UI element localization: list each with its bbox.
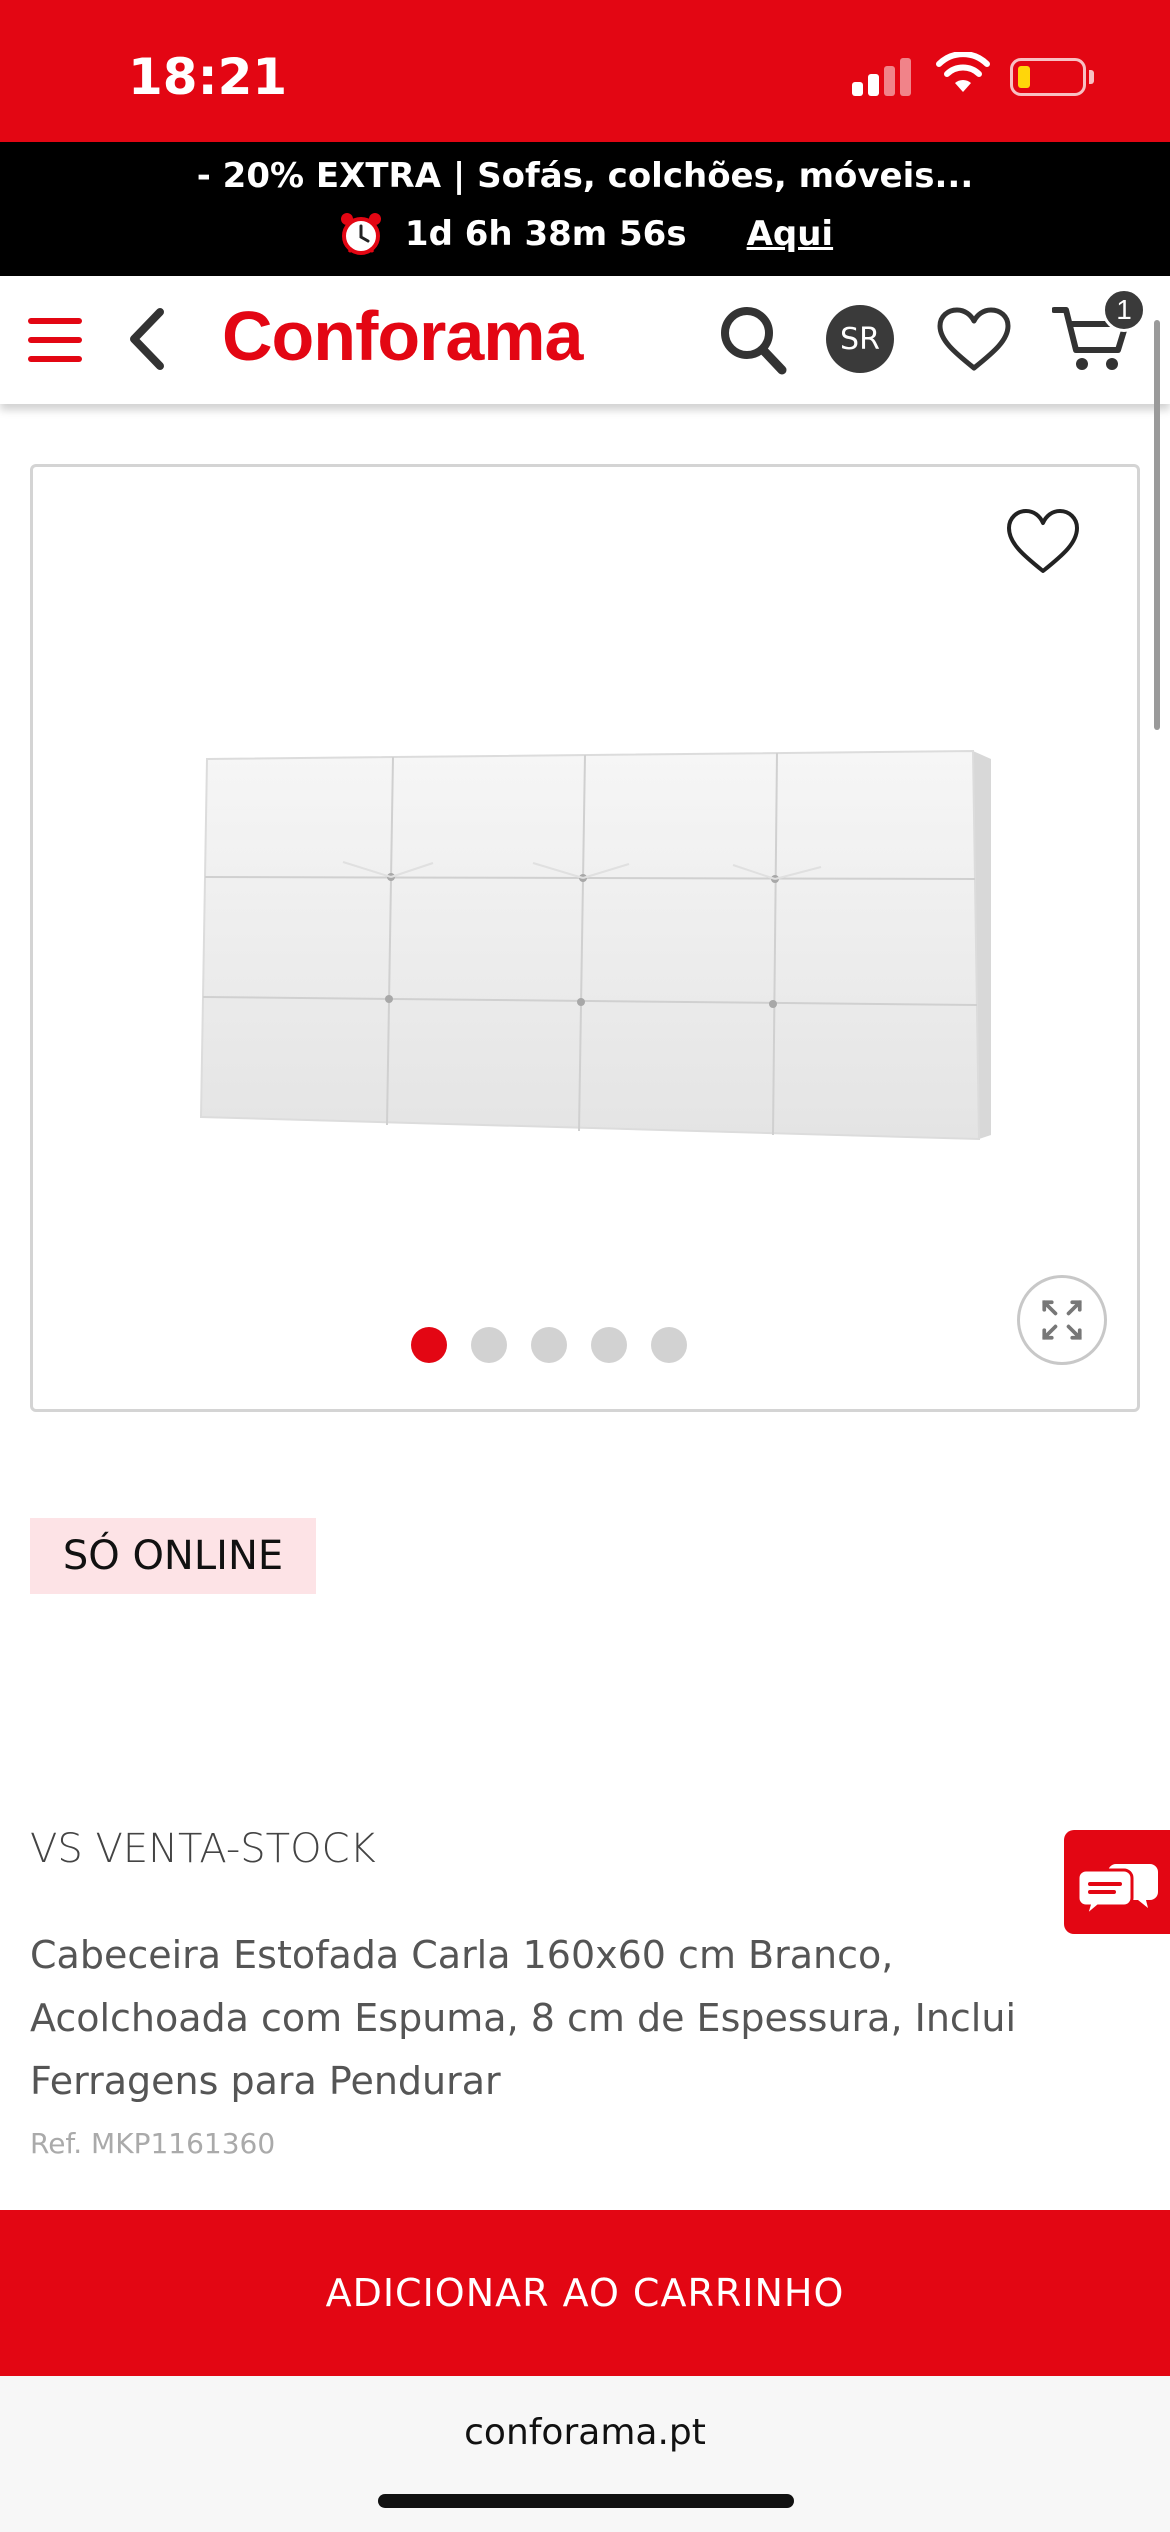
search-icon[interactable]: [718, 304, 788, 376]
add-to-cart-button[interactable]: ADICIONAR AO CARRINHO: [0, 2210, 1170, 2376]
chat-button[interactable]: [1064, 1830, 1170, 1934]
product-brand[interactable]: VS VENTA-STOCK: [30, 1826, 376, 1872]
cellular-signal-icon: [852, 56, 916, 96]
battery-icon: [1010, 58, 1086, 96]
product-gallery[interactable]: [30, 464, 1140, 1412]
browser-url-bar[interactable]: conforama.pt: [0, 2376, 1170, 2532]
gallery-dot[interactable]: [411, 1327, 447, 1363]
product-title: Cabeceira Estofada Carla 160x60 cm Branc…: [30, 1933, 1016, 2103]
menu-icon[interactable]: [28, 312, 84, 368]
back-arrow-icon[interactable]: [122, 306, 172, 372]
gallery-dot[interactable]: [471, 1327, 507, 1363]
url-text[interactable]: conforama.pt: [0, 2412, 1170, 2453]
alarm-clock-icon: [340, 213, 381, 255]
site-header: Conforama SR 1: [0, 276, 1170, 404]
user-avatar[interactable]: SR: [826, 305, 894, 373]
online-only-badge: SÓ ONLINE: [30, 1518, 316, 1594]
promo-banner[interactable]: - 20% EXTRA | Sofás, colchões, móveis...…: [0, 142, 1170, 276]
add-to-wishlist-heart-icon[interactable]: [1005, 507, 1081, 577]
promo-countdown: 1d 6h 38m 56s: [404, 214, 687, 254]
promo-link[interactable]: Aqui: [747, 214, 834, 254]
status-bar: 18:21: [0, 0, 1170, 142]
cart-count-badge: 1: [1102, 288, 1146, 332]
status-time: 18:21: [128, 48, 288, 106]
gallery-pagination: [33, 1327, 1137, 1363]
heart-icon[interactable]: [936, 306, 1012, 374]
gallery-dot[interactable]: [651, 1327, 687, 1363]
promo-headline: - 20% EXTRA | Sofás, colchões, móveis...: [196, 156, 974, 196]
gallery-dot[interactable]: [591, 1327, 627, 1363]
wifi-icon: [936, 52, 990, 92]
fullscreen-expand-icon[interactable]: [1017, 1275, 1107, 1365]
home-indicator[interactable]: [378, 2494, 794, 2508]
page-scrollbar[interactable]: [1154, 320, 1160, 730]
conforama-logo[interactable]: Conforama: [222, 296, 583, 376]
product-image-headboard[interactable]: [193, 737, 1013, 1177]
chat-bubbles-icon: [1076, 1864, 1158, 1921]
gallery-dot[interactable]: [531, 1327, 567, 1363]
product-reference: Ref. MKP1161360: [30, 2127, 276, 2160]
